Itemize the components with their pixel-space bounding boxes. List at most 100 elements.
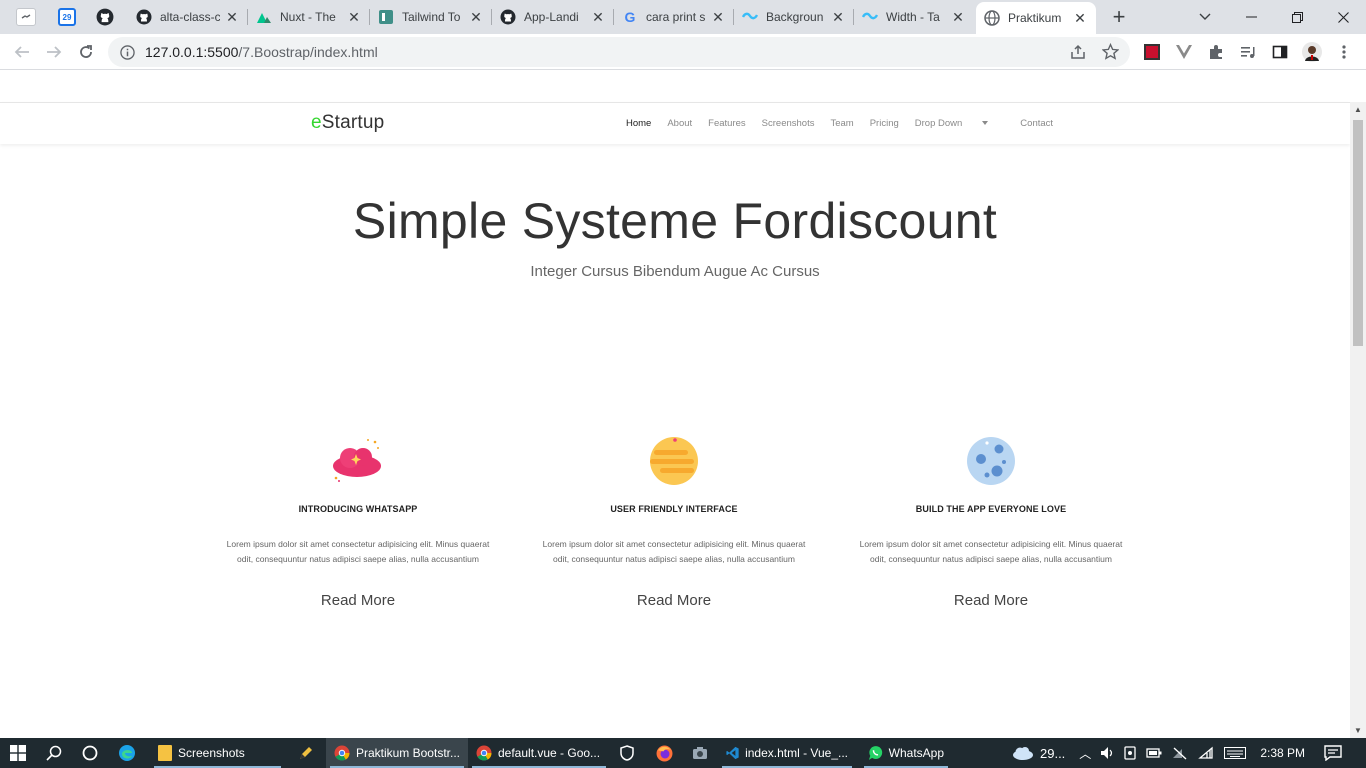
extension-red-icon bbox=[1144, 44, 1160, 60]
weather-temperature[interactable]: 29... bbox=[1040, 746, 1065, 761]
read-more-link[interactable]: Read More bbox=[321, 592, 395, 609]
taskbar-app-vscode[interactable]: index.html - Vue_... bbox=[718, 738, 856, 768]
close-window-button[interactable] bbox=[1320, 0, 1366, 34]
scroll-up-icon[interactable]: ▲ bbox=[1350, 105, 1366, 114]
playlist-icon bbox=[1241, 47, 1255, 58]
tab-alta-class[interactable]: alta-class-c ✕ bbox=[128, 0, 248, 34]
wifi-icon[interactable] bbox=[1198, 746, 1214, 760]
reload-icon bbox=[80, 45, 92, 58]
back-button[interactable] bbox=[8, 38, 36, 66]
tab-tailwind-toolbox[interactable]: Tailwind To ✕ bbox=[370, 0, 492, 34]
media-control-button[interactable] bbox=[1234, 38, 1262, 66]
close-tab-icon[interactable]: ✕ bbox=[1072, 10, 1088, 27]
clock-time[interactable]: 2:38 PM bbox=[1260, 746, 1305, 760]
restore-button[interactable] bbox=[1274, 0, 1320, 34]
network-off-icon[interactable] bbox=[1172, 746, 1188, 760]
tab-praktikum-active[interactable]: Praktikum ✕ bbox=[976, 2, 1096, 34]
scrollbar-thumb[interactable] bbox=[1353, 120, 1363, 346]
tab-list-button[interactable] bbox=[1182, 0, 1228, 34]
pinned-tab-github[interactable] bbox=[96, 8, 114, 26]
forward-button[interactable] bbox=[40, 38, 68, 66]
tab-search-icon bbox=[21, 14, 31, 19]
back-arrow-icon bbox=[14, 46, 29, 58]
new-tab-button[interactable]: + bbox=[1106, 4, 1132, 30]
close-tab-icon[interactable]: ✕ bbox=[950, 9, 966, 26]
notification-icon bbox=[1324, 745, 1342, 761]
taskbar-app-pen[interactable] bbox=[298, 738, 314, 768]
firefox-icon bbox=[656, 745, 673, 761]
nav-item-team[interactable]: Team bbox=[830, 118, 853, 129]
system-tray: 29... ︿ 2:38 PM bbox=[1012, 738, 1305, 768]
speaker-icon[interactable] bbox=[1100, 746, 1114, 760]
side-panel-icon bbox=[1272, 45, 1288, 59]
taskbar-app-chrome-praktikum[interactable]: Praktikum Bootstr... bbox=[326, 738, 468, 768]
close-tab-icon[interactable]: ✕ bbox=[830, 9, 846, 26]
nav-item-features[interactable]: Features bbox=[708, 118, 746, 129]
feature-title: BUILD THE APP EVERYONE LOVE bbox=[915, 504, 1067, 514]
tab-title: alta-class-c bbox=[160, 10, 220, 24]
nav-item-contact[interactable]: Contact bbox=[1020, 118, 1053, 129]
tab-title: Width - Ta bbox=[886, 10, 940, 24]
search-button[interactable] bbox=[46, 738, 62, 768]
kebab-menu-icon bbox=[1342, 45, 1346, 59]
side-panel-button[interactable] bbox=[1266, 38, 1294, 66]
read-more-link[interactable]: Read More bbox=[954, 592, 1028, 609]
page-scrollbar[interactable]: ▲ ▼ bbox=[1350, 102, 1366, 738]
taskbar-app-security[interactable] bbox=[620, 738, 634, 768]
notifications-button[interactable] bbox=[1324, 738, 1342, 768]
chrome-icon bbox=[334, 745, 350, 761]
read-more-link[interactable]: Read More bbox=[637, 592, 711, 609]
site-info-icon[interactable] bbox=[120, 44, 135, 60]
taskbar-app-screenshots[interactable]: Screenshots bbox=[150, 738, 285, 768]
close-tab-icon[interactable]: ✕ bbox=[590, 9, 606, 26]
chevron-up-icon[interactable]: ︿ bbox=[1079, 745, 1091, 762]
taskbar-app-firefox[interactable] bbox=[656, 738, 673, 768]
tab-title: App-Landi bbox=[524, 10, 579, 24]
feature-title: INTRODUCING WHATSAPP bbox=[298, 504, 418, 514]
web-page: eStartup Home About Features Screenshots… bbox=[0, 70, 1350, 738]
brand-logo[interactable]: eStartup bbox=[311, 112, 384, 134]
tab-google-search[interactable]: G cara print s ✕ bbox=[614, 0, 734, 34]
site-navbar: eStartup Home About Features Screenshots… bbox=[0, 102, 1350, 144]
start-button[interactable] bbox=[10, 738, 26, 768]
battery-icon[interactable] bbox=[1146, 747, 1162, 759]
address-bar[interactable]: 127.0.0.1:5500/7.Boostrap/index.html bbox=[108, 37, 1130, 67]
nav-item-home[interactable]: Home bbox=[626, 118, 651, 129]
tab-title: Backgroun bbox=[766, 10, 824, 24]
feature-title: USER FRIENDLY INTERFACE bbox=[610, 504, 738, 514]
cortana-button[interactable] bbox=[82, 738, 98, 768]
close-tab-icon[interactable]: ✕ bbox=[346, 9, 362, 26]
pinned-tab-calendar[interactable]: 29 bbox=[58, 8, 76, 26]
taskbar-app-chrome-default-vue[interactable]: default.vue - Goo... bbox=[468, 738, 610, 768]
extension-red-button[interactable] bbox=[1138, 38, 1166, 66]
extensions-button[interactable] bbox=[1202, 38, 1230, 66]
profile-button[interactable] bbox=[1298, 38, 1326, 66]
menu-button[interactable] bbox=[1330, 38, 1358, 66]
meet-now-icon[interactable] bbox=[1124, 746, 1136, 760]
edge-button[interactable] bbox=[118, 738, 136, 768]
bookmark-star-icon[interactable] bbox=[1102, 43, 1119, 60]
nav-item-about[interactable]: About bbox=[667, 118, 692, 129]
tab-app-landing[interactable]: App-Landi ✕ bbox=[492, 0, 614, 34]
taskbar-app-label: Screenshots bbox=[178, 746, 245, 760]
tab-tailwind-width[interactable]: Width - Ta ✕ bbox=[854, 0, 974, 34]
nav-item-screenshots[interactable]: Screenshots bbox=[762, 118, 815, 129]
close-tab-icon[interactable]: ✕ bbox=[224, 9, 240, 26]
tab-tailwind-background[interactable]: Backgroun ✕ bbox=[734, 0, 854, 34]
keyboard-icon[interactable] bbox=[1224, 747, 1247, 759]
vue-devtools-button[interactable] bbox=[1170, 38, 1198, 66]
nav-item-dropdown[interactable]: Drop Down bbox=[915, 118, 1005, 129]
tab-nuxt[interactable]: Nuxt - The ✕ bbox=[248, 0, 370, 34]
scroll-down-icon[interactable]: ▼ bbox=[1350, 726, 1366, 735]
taskbar-app-whatsapp[interactable]: WhatsApp bbox=[860, 738, 952, 768]
weather-cloud-icon[interactable] bbox=[1012, 746, 1034, 760]
reload-button[interactable] bbox=[72, 38, 100, 66]
nav-item-pricing[interactable]: Pricing bbox=[870, 118, 899, 129]
close-tab-icon[interactable]: ✕ bbox=[710, 9, 726, 26]
taskbar-app-camera[interactable] bbox=[692, 738, 708, 768]
minimize-button[interactable] bbox=[1228, 0, 1274, 34]
share-icon[interactable] bbox=[1070, 44, 1086, 60]
close-tab-icon[interactable]: ✕ bbox=[468, 9, 484, 26]
avatar bbox=[1302, 42, 1322, 62]
tab-search-button[interactable] bbox=[16, 8, 36, 26]
